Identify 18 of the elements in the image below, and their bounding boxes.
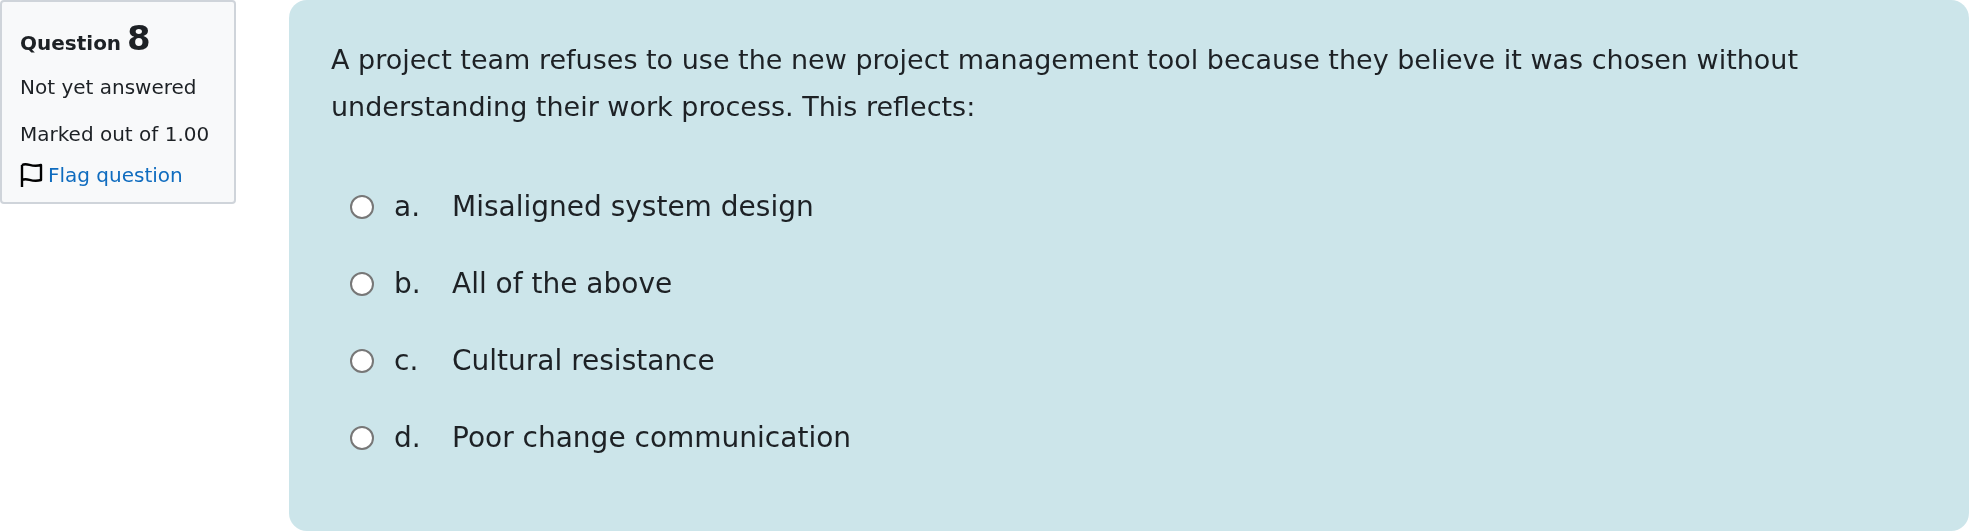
- option-letter: a.: [394, 190, 422, 223]
- option-text[interactable]: Misaligned system design: [452, 190, 814, 223]
- flag-question-link[interactable]: Flag question: [20, 162, 220, 188]
- option-text[interactable]: Cultural resistance: [452, 344, 715, 377]
- flag-icon: [20, 162, 44, 188]
- option-letter: b.: [394, 267, 422, 300]
- radio-button[interactable]: [350, 348, 374, 373]
- option-text[interactable]: All of the above: [452, 267, 673, 300]
- option-text[interactable]: Poor change communication: [452, 421, 852, 454]
- radio-button[interactable]: [350, 194, 374, 219]
- radio-button[interactable]: [350, 425, 374, 450]
- option-letter: c.: [394, 344, 420, 377]
- question-number: Question 8: [20, 18, 152, 58]
- question-state: Not yet answered: [20, 74, 198, 101]
- question-text: A project team refuses to use the new project management tool because they believe it was chosen without understanding their work process. This reflects:: [331, 43, 1800, 124]
- radio-button[interactable]: [350, 271, 374, 296]
- question-grade: Marked out of 1.00: [20, 121, 211, 148]
- option-letter: d.: [394, 421, 422, 454]
